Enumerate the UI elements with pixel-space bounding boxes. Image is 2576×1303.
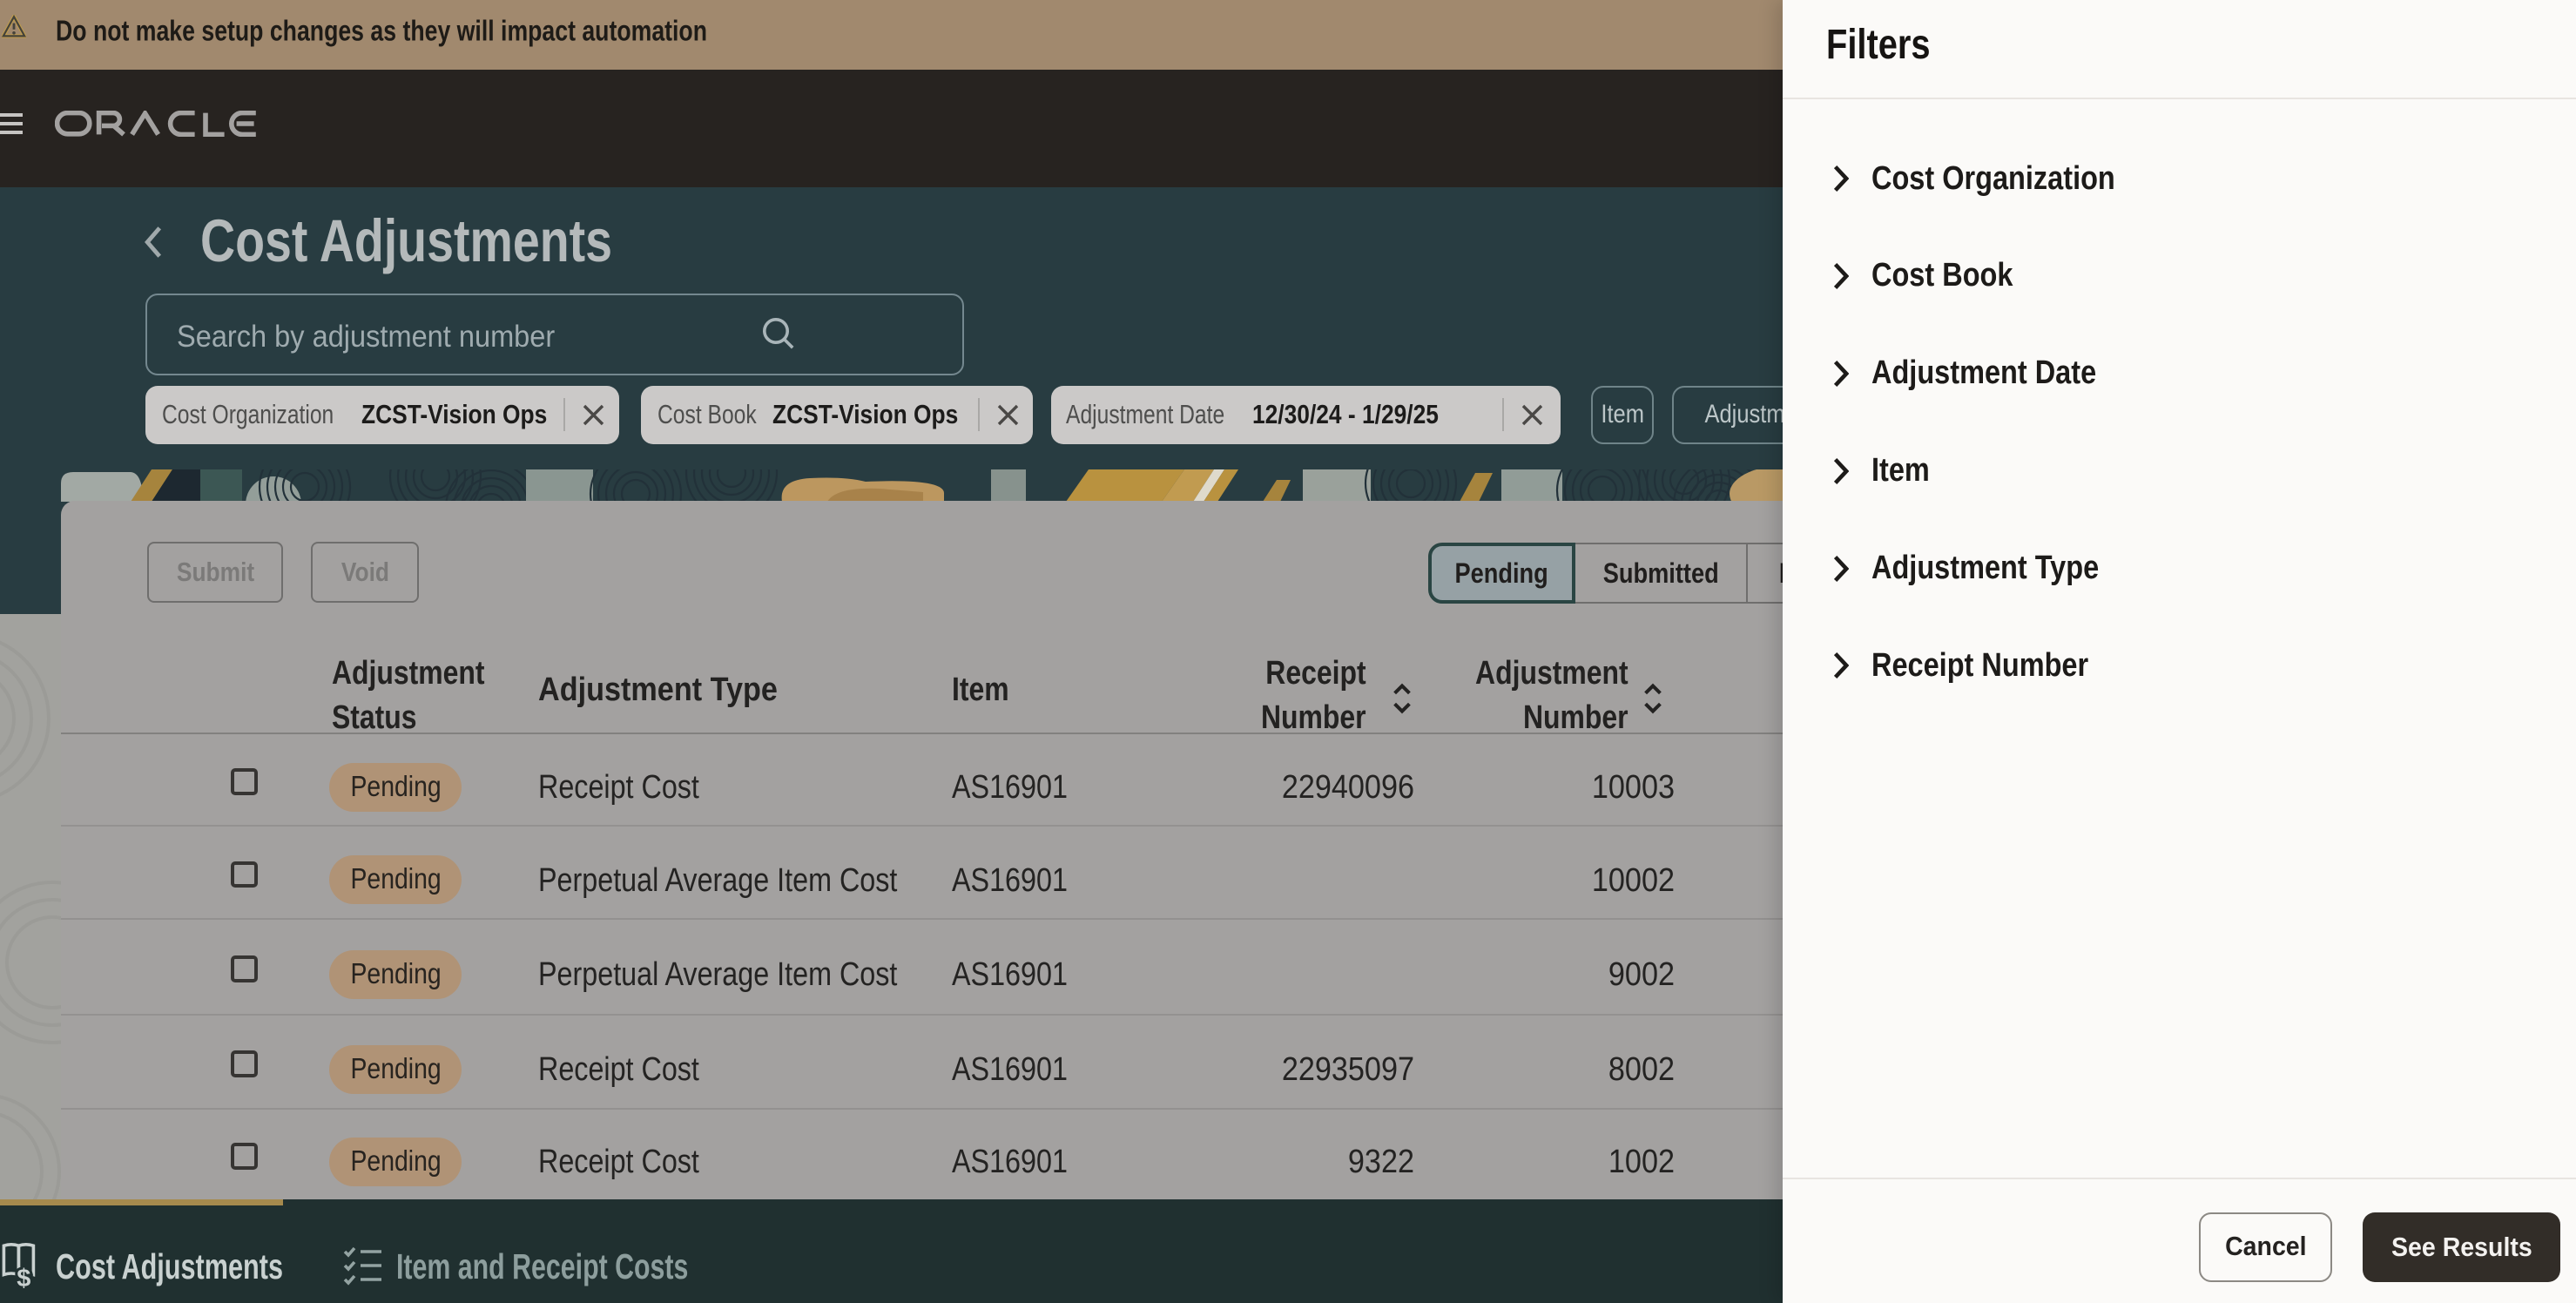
svg-text:Cost Adjustments: Cost Adjustments (56, 1246, 283, 1286)
svg-text:Cost Adjustments: Cost Adjustments (200, 207, 612, 274)
svg-text:Do not make setup changes as t: Do not make setup changes as they will i… (56, 14, 707, 46)
svg-text:Item and Receipt Costs: Item and Receipt Costs (396, 1246, 688, 1286)
svg-text:$: $ (17, 1265, 30, 1288)
